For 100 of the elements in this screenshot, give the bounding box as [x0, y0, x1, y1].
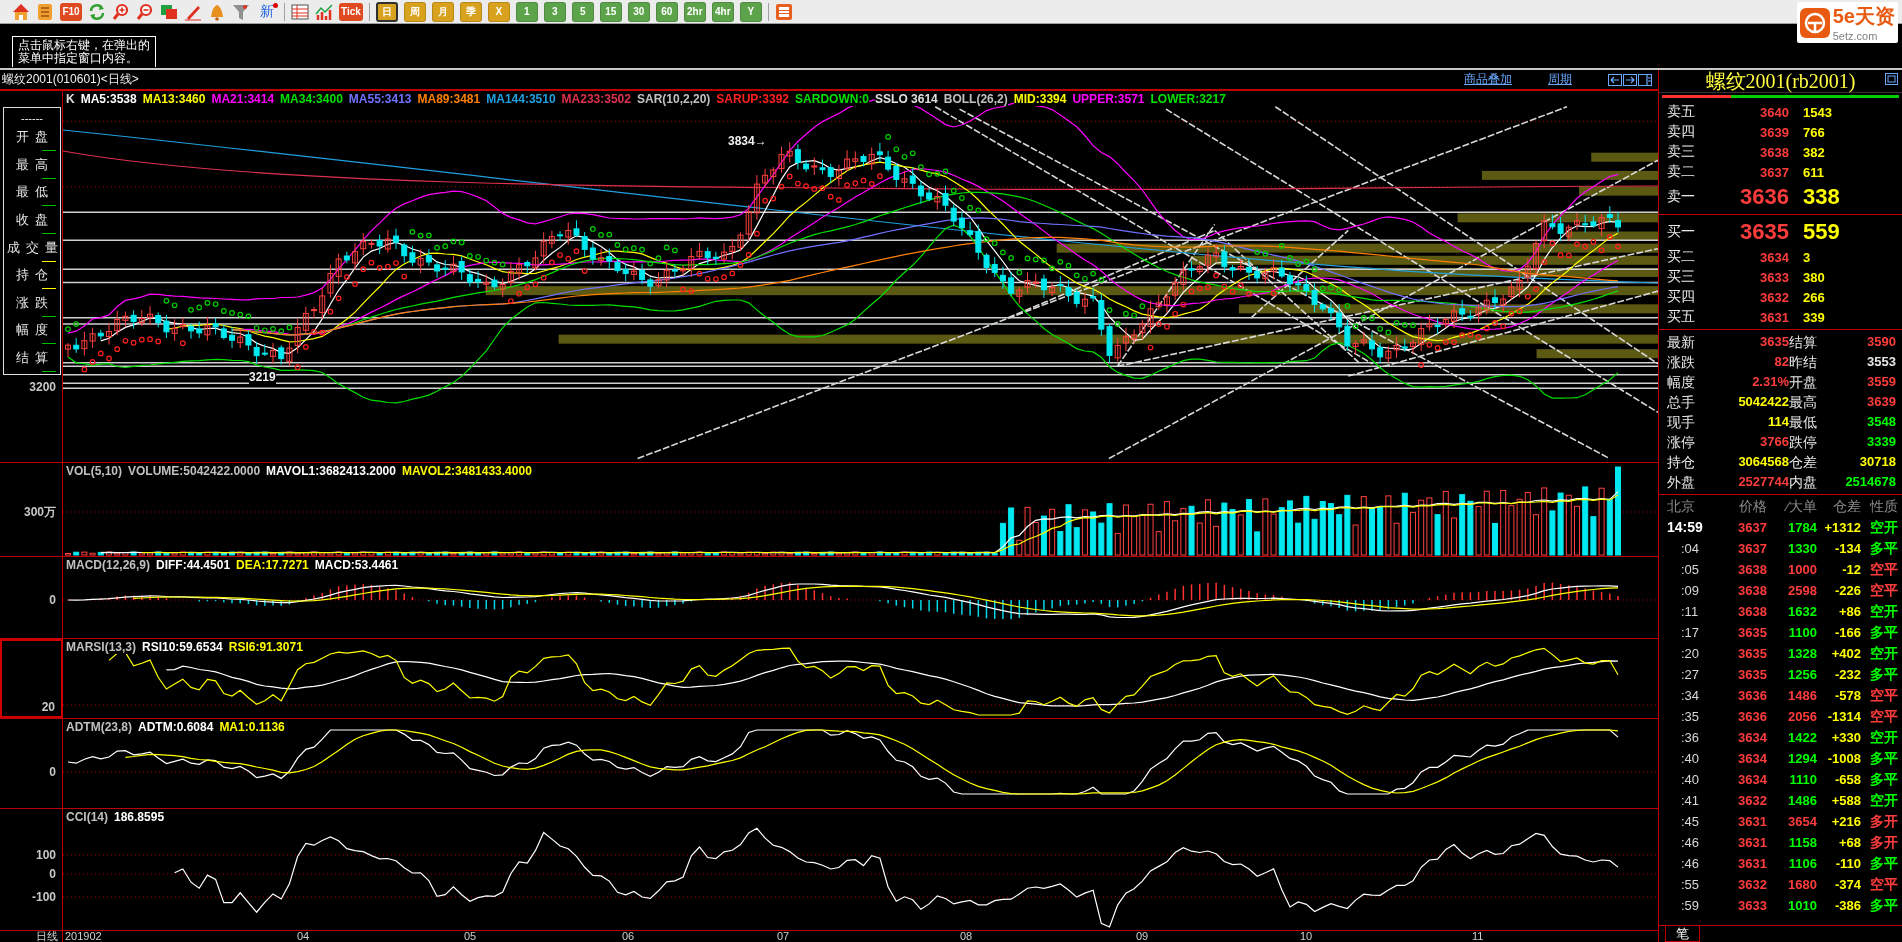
- right-arrow-icon[interactable]: [1623, 73, 1637, 86]
- order-volume: 559: [1802, 219, 1841, 245]
- tick-volume: 1158: [1787, 834, 1817, 852]
- tick-nature: 空平: [1869, 707, 1898, 726]
- legend-value: MA21:3414: [211, 92, 275, 106]
- order-label: 卖四: [1667, 123, 1696, 141]
- stat-label: 总手: [1667, 393, 1696, 412]
- tick-change: -658: [1833, 771, 1861, 789]
- maximize-icon[interactable]: [1885, 73, 1898, 85]
- tick-time: :11: [1680, 603, 1700, 621]
- tick-time: 14:59: [1667, 518, 1704, 537]
- tick-nature: 多开: [1869, 833, 1898, 852]
- stat-label: 结算: [1789, 333, 1818, 352]
- tick-time: :40: [1680, 771, 1701, 789]
- period-button[interactable]: Y: [739, 1, 762, 22]
- field-label: 结算: [16, 348, 54, 367]
- tick-nature: 空开: [1869, 518, 1898, 537]
- period-button[interactable]: 1: [515, 1, 538, 22]
- tick-change: -1008: [1826, 750, 1861, 768]
- period-button[interactable]: X: [487, 1, 510, 22]
- legend-value: MACD:53.4461: [314, 558, 399, 572]
- tick-volume: 1632: [1787, 603, 1817, 621]
- stat-value: 2514678: [1844, 473, 1896, 491]
- order-label: 买三: [1667, 268, 1696, 286]
- order-price: 3634: [1759, 249, 1789, 265]
- stat-value: 3553: [1866, 353, 1896, 371]
- period-button[interactable]: 3: [543, 1, 566, 22]
- order-volume: 266: [1802, 289, 1826, 305]
- tick-nature: 多平: [1869, 665, 1898, 684]
- period-button[interactable]: 季: [459, 1, 482, 22]
- tick-change: -226: [1833, 582, 1861, 600]
- period-button[interactable]: 月: [431, 1, 454, 22]
- period-button[interactable]: 5: [571, 1, 594, 22]
- windows-icon[interactable]: [160, 2, 178, 21]
- stat-label: 内盘: [1789, 473, 1818, 492]
- order-volume: 766: [1802, 124, 1826, 140]
- field-label: 最高: [16, 155, 54, 174]
- legend-value: DIFF:44.4501: [156, 558, 231, 572]
- stat-value: 5042422: [1737, 393, 1789, 411]
- tick-change: +86: [1837, 603, 1861, 621]
- tick-price: 3636: [1737, 708, 1767, 726]
- order-price: 3631: [1759, 309, 1789, 325]
- header-link[interactable]: 商品叠加: [1464, 71, 1512, 88]
- toolbar-button[interactable]: F10: [60, 2, 82, 21]
- legend-value: MA5:3538: [80, 92, 137, 106]
- tick-volume: 2056: [1787, 708, 1817, 726]
- tick-change: -374: [1833, 876, 1861, 894]
- bell-icon[interactable]: [208, 2, 226, 21]
- order-volume: 380: [1802, 269, 1826, 285]
- low-price-label: 3219: [249, 370, 276, 384]
- period-button[interactable]: 4hr: [711, 1, 734, 22]
- tick-nature: 多平: [1869, 539, 1898, 558]
- period-button[interactable]: 15: [599, 1, 622, 22]
- zoom-in-icon[interactable]: [112, 2, 130, 21]
- period-button[interactable]: 30: [627, 1, 650, 22]
- period-button[interactable]: 2hr: [683, 1, 706, 22]
- legend-value: MA13:3460: [142, 92, 206, 106]
- table-icon[interactable]: [291, 2, 309, 21]
- tick-volume: 1328: [1787, 645, 1817, 663]
- left-arrow-icon[interactable]: [1608, 73, 1622, 86]
- toolbar-button[interactable]: Tick: [339, 2, 363, 21]
- tick-volume: 1294: [1787, 750, 1817, 768]
- tick-nature: 多平: [1869, 749, 1898, 768]
- zoom-out-icon[interactable]: [136, 2, 154, 21]
- panel-icon[interactable]: [1638, 73, 1652, 86]
- legend-value: ADTM(23,8): [66, 720, 132, 734]
- bar-chart-icon[interactable]: [315, 2, 333, 21]
- field-label: 幅度: [16, 321, 54, 340]
- tick-nature: 多平: [1869, 854, 1898, 873]
- refresh-icon[interactable]: [88, 2, 106, 21]
- legend-value: MA144:3510: [486, 92, 556, 106]
- tick-price: 3634: [1737, 750, 1767, 768]
- panel-tab[interactable]: 笔: [1665, 926, 1700, 942]
- high-price-label: 3834→: [728, 134, 767, 148]
- period-button[interactable]: 60: [655, 1, 678, 22]
- tick-change: -1314: [1826, 708, 1861, 726]
- period-button[interactable]: 日: [375, 1, 398, 22]
- stat-label: 昨结: [1789, 353, 1818, 372]
- tick-change: +68: [1837, 834, 1861, 852]
- legend-value: MA34:3400: [280, 92, 343, 106]
- house-icon[interactable]: [12, 2, 30, 21]
- field-label: 涨跌: [16, 293, 54, 312]
- period-button[interactable]: 周: [403, 1, 426, 22]
- toolbar-button[interactable]: 新: [256, 2, 278, 21]
- book-icon[interactable]: [36, 2, 54, 21]
- tick-price: 3631: [1737, 855, 1767, 873]
- tick-time: :27: [1680, 666, 1701, 684]
- date-tick: 05: [464, 931, 477, 942]
- order-label: 买二: [1667, 248, 1696, 266]
- grid-icon[interactable]: [774, 2, 793, 21]
- tick-time: :09: [1680, 582, 1701, 600]
- order-label: 买四: [1667, 288, 1696, 306]
- column-header: ∕大单: [1783, 497, 1817, 516]
- stat-label: 持仓: [1667, 453, 1696, 472]
- funnel-icon[interactable]: [232, 2, 250, 21]
- header-link[interactable]: 周期: [1548, 71, 1572, 88]
- logo-text: 5e天资: [1832, 4, 1895, 29]
- tick-time: :17: [1680, 624, 1701, 642]
- stat-value: 3064568: [1737, 453, 1789, 471]
- order-label: 买一: [1667, 223, 1696, 241]
